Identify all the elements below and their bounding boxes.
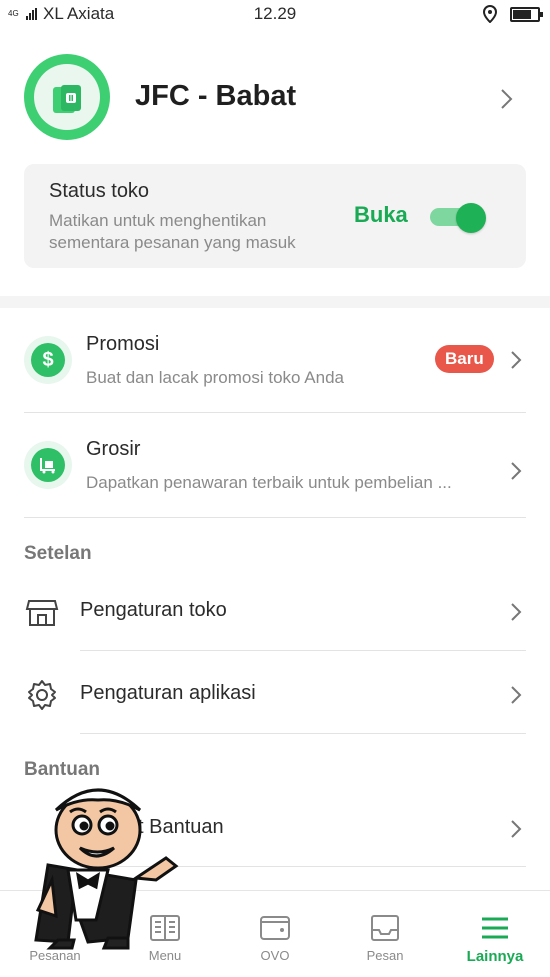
gear-icon (28, 680, 56, 710)
wholesale-subtitle: Dapatkan penawaran terbaik untuk pembeli… (86, 473, 452, 492)
store-header-card: JFC - Babat Status toko Matikan untuk me… (0, 30, 550, 296)
app-settings-label: Pengaturan aplikasi (80, 682, 256, 704)
nav-orders-label: Pesanan (29, 948, 81, 963)
wholesale-row[interactable]: Grosir Dapatkan penawaran terbaik untuk … (24, 413, 526, 518)
chevron-right-icon[interactable] (500, 88, 514, 110)
chevron-right-icon (511, 351, 522, 369)
store-status-title: Status toko (49, 180, 150, 202)
app-settings-row[interactable]: Pengaturan aplikasi (80, 651, 526, 734)
nav-messages-label: Pesan (366, 948, 404, 963)
battery-icon (510, 6, 543, 22)
chevron-right-icon (511, 603, 522, 621)
new-badge: Baru (435, 345, 494, 373)
store-status-label: Buka (354, 202, 408, 227)
dollar-icon: $ (24, 336, 72, 384)
wallet-icon (260, 916, 290, 940)
store-settings-label: Pengaturan toko (80, 599, 227, 621)
settings-section-title: Setelan (24, 543, 92, 564)
status-bar: 4G XL Axiata 12.29 (0, 0, 550, 30)
hamburger-icon (482, 917, 508, 939)
nav-menu-label: Menu (148, 948, 182, 963)
store-open-toggle[interactable] (430, 203, 486, 233)
chevron-right-icon (511, 462, 522, 480)
store-settings-row[interactable]: Pengaturan toko (80, 568, 526, 651)
promotions-subtitle: Buat dan lacak promosi toko Anda (86, 368, 344, 387)
nav-ovo-label: OVO (260, 948, 290, 963)
chevron-right-icon (511, 820, 522, 838)
store-status-description: Matikan untuk menghentikan sementara pes… (49, 211, 296, 252)
nav-messages[interactable]: Pesan (330, 891, 440, 977)
store-status-panel: Status toko Matikan untuk menghentikan s… (24, 164, 526, 268)
inbox-icon (371, 915, 399, 941)
store-bag-icon (53, 85, 81, 113)
nav-more-label: Lainnya (466, 948, 524, 965)
promotions-row[interactable]: $ Promosi Buat dan lacak promosi toko An… (24, 308, 526, 413)
chevron-right-icon (511, 686, 522, 704)
store-avatar[interactable] (24, 54, 110, 140)
chef-mascot-sticker (34, 788, 179, 950)
nav-more[interactable]: Lainnya (440, 891, 550, 977)
store-name[interactable]: JFC - Babat (135, 80, 296, 113)
cart-icon (24, 441, 72, 489)
wholesale-title: Grosir (86, 438, 141, 460)
nav-ovo[interactable]: OVO (220, 891, 330, 977)
location-icon (482, 5, 498, 23)
promotions-title: Promosi (86, 333, 160, 355)
store-icon (25, 600, 59, 626)
clock: 12.29 (253, 4, 297, 23)
